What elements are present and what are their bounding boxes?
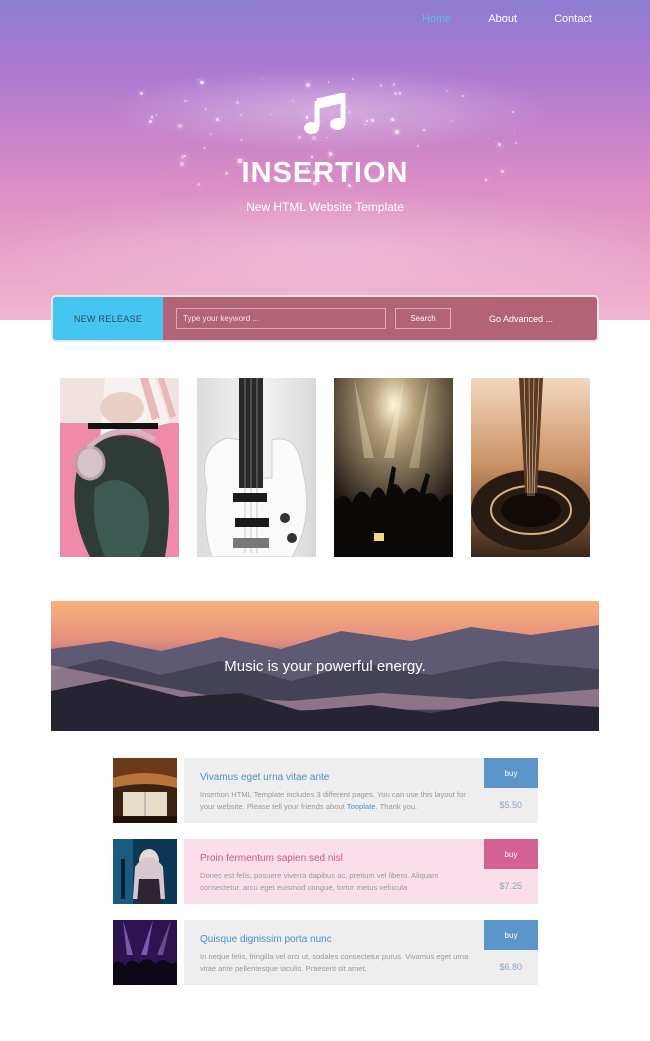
sparkle-dot bbox=[462, 94, 465, 97]
go-advanced-link[interactable]: Go Advanced ... bbox=[489, 314, 553, 324]
item-description: In neque felis, fringilla vel orci ut, s… bbox=[200, 952, 469, 973]
item-price: $5.50 bbox=[499, 800, 522, 810]
buy-button[interactable]: buy bbox=[484, 758, 538, 788]
sparkle-dot bbox=[398, 92, 402, 96]
sparkle-dot bbox=[513, 131, 515, 133]
buy-button[interactable]: buy bbox=[484, 839, 538, 869]
search-input[interactable] bbox=[176, 308, 386, 329]
list-item: Proin fermentum sapien sed nisl Donec es… bbox=[113, 839, 538, 904]
sparkle-dot bbox=[262, 78, 264, 80]
nav-contact-link[interactable]: Contact bbox=[554, 13, 592, 25]
list-item: Quisque dignissim porta nunc In neque fe… bbox=[113, 920, 538, 985]
banner-text: Music is your powerful energy. bbox=[224, 658, 426, 675]
gallery-image-concert[interactable] bbox=[334, 378, 453, 557]
item-title[interactable]: Quisque dignissim porta nunc bbox=[200, 934, 332, 945]
search-button[interactable]: Search bbox=[395, 308, 451, 329]
item-body: Proin fermentum sapien sed nisl Donec es… bbox=[184, 839, 538, 904]
nav-home-link[interactable]: Home bbox=[422, 13, 451, 25]
sparkle-dot bbox=[204, 108, 206, 110]
sparkle-dot bbox=[487, 137, 489, 139]
nav-about-link[interactable]: About bbox=[488, 13, 517, 25]
sparkle-dot bbox=[200, 80, 205, 85]
sparkle-dot bbox=[235, 101, 239, 105]
new-release-tag[interactable]: NEW RELEASE bbox=[53, 297, 163, 340]
mountain-banner: Music is your powerful energy. bbox=[51, 601, 599, 731]
gallery-image-guitar[interactable] bbox=[197, 378, 316, 557]
gallery-image-headphones[interactable] bbox=[60, 378, 179, 557]
sparkle-dot bbox=[291, 99, 295, 102]
item-thumbnail-concert[interactable] bbox=[113, 920, 177, 985]
sparkle-dot bbox=[270, 113, 272, 115]
item-title[interactable]: Proin fermentum sapien sed nisl bbox=[200, 853, 343, 864]
sparkle-dot bbox=[150, 115, 154, 118]
item-title[interactable]: Vivamus eget urna vitae ante bbox=[200, 772, 329, 783]
search-bar: NEW RELEASE Search Go Advanced ... bbox=[51, 295, 599, 342]
sparkle-dot bbox=[365, 120, 368, 123]
sparkle-dot bbox=[329, 152, 333, 156]
music-note-icon bbox=[304, 93, 346, 134]
sparkle-dot bbox=[155, 114, 158, 116]
sparkle-dot bbox=[371, 119, 375, 123]
sparkle-dot bbox=[297, 135, 301, 139]
sparkle-dot bbox=[351, 77, 354, 80]
sparkle-dot bbox=[446, 90, 448, 92]
item-body: Vivamus eget urna vitae ante Insertion H… bbox=[184, 758, 538, 823]
sparkle-dot bbox=[379, 84, 382, 87]
sparkle-dot bbox=[326, 136, 328, 139]
item-thumbnail-singer[interactable] bbox=[113, 839, 177, 904]
sparkle-dot bbox=[514, 142, 517, 144]
item-description: Insertion HTML Template includes 3 diffe… bbox=[200, 790, 466, 811]
list-item: Vivamus eget urna vitae ante Insertion H… bbox=[113, 758, 538, 823]
sparkle-dot bbox=[364, 123, 366, 125]
sparkle-dot bbox=[197, 79, 199, 81]
sparkle-dot bbox=[498, 143, 502, 147]
tooplate-link[interactable]: Tooplate bbox=[347, 802, 376, 811]
sparkle-dot bbox=[393, 91, 397, 95]
sparkle-dot bbox=[306, 83, 310, 88]
sparkle-dot bbox=[203, 147, 206, 150]
sparkle-dot bbox=[240, 113, 243, 116]
sparkle-dot bbox=[210, 133, 212, 135]
sparkle-dot bbox=[149, 120, 153, 124]
item-body: Quisque dignissim porta nunc In neque fe… bbox=[184, 920, 538, 985]
gallery-image-acoustic[interactable] bbox=[471, 378, 590, 557]
sparkle-dot bbox=[394, 129, 399, 134]
sparkle-dot bbox=[390, 118, 395, 122]
sparkle-dot bbox=[348, 111, 351, 113]
hero-section: Home About Contact INSERTION New HTML We… bbox=[0, 0, 650, 320]
sparkle-dot bbox=[422, 129, 425, 131]
sparkle-dot bbox=[512, 110, 515, 114]
item-thumbnail-theater[interactable] bbox=[113, 758, 177, 823]
sparkle-dot bbox=[139, 91, 143, 96]
sparkle-dot bbox=[216, 118, 220, 122]
item-description: Donec est felis, posuere viverra dapibus… bbox=[200, 871, 439, 892]
image-gallery bbox=[60, 378, 590, 557]
item-price: $7.25 bbox=[499, 881, 522, 891]
sparkle-dot bbox=[184, 99, 187, 102]
sparkle-dot bbox=[327, 80, 330, 83]
buy-button[interactable]: buy bbox=[484, 920, 538, 950]
sparkle-dot bbox=[312, 135, 317, 140]
sparkle-dot bbox=[178, 123, 183, 128]
sparkle-dot bbox=[451, 120, 453, 122]
item-price: $6.80 bbox=[499, 962, 522, 972]
sparkle-dot bbox=[240, 139, 242, 141]
main-nav: Home About Contact bbox=[422, 13, 592, 25]
sparkle-dot bbox=[392, 83, 396, 86]
hero-title: INSERTION bbox=[241, 157, 409, 189]
sparkle-dot bbox=[416, 145, 419, 148]
hero-subtitle: New HTML Website Template bbox=[246, 200, 404, 214]
product-list: Vivamus eget urna vitae ante Insertion H… bbox=[113, 758, 538, 1001]
